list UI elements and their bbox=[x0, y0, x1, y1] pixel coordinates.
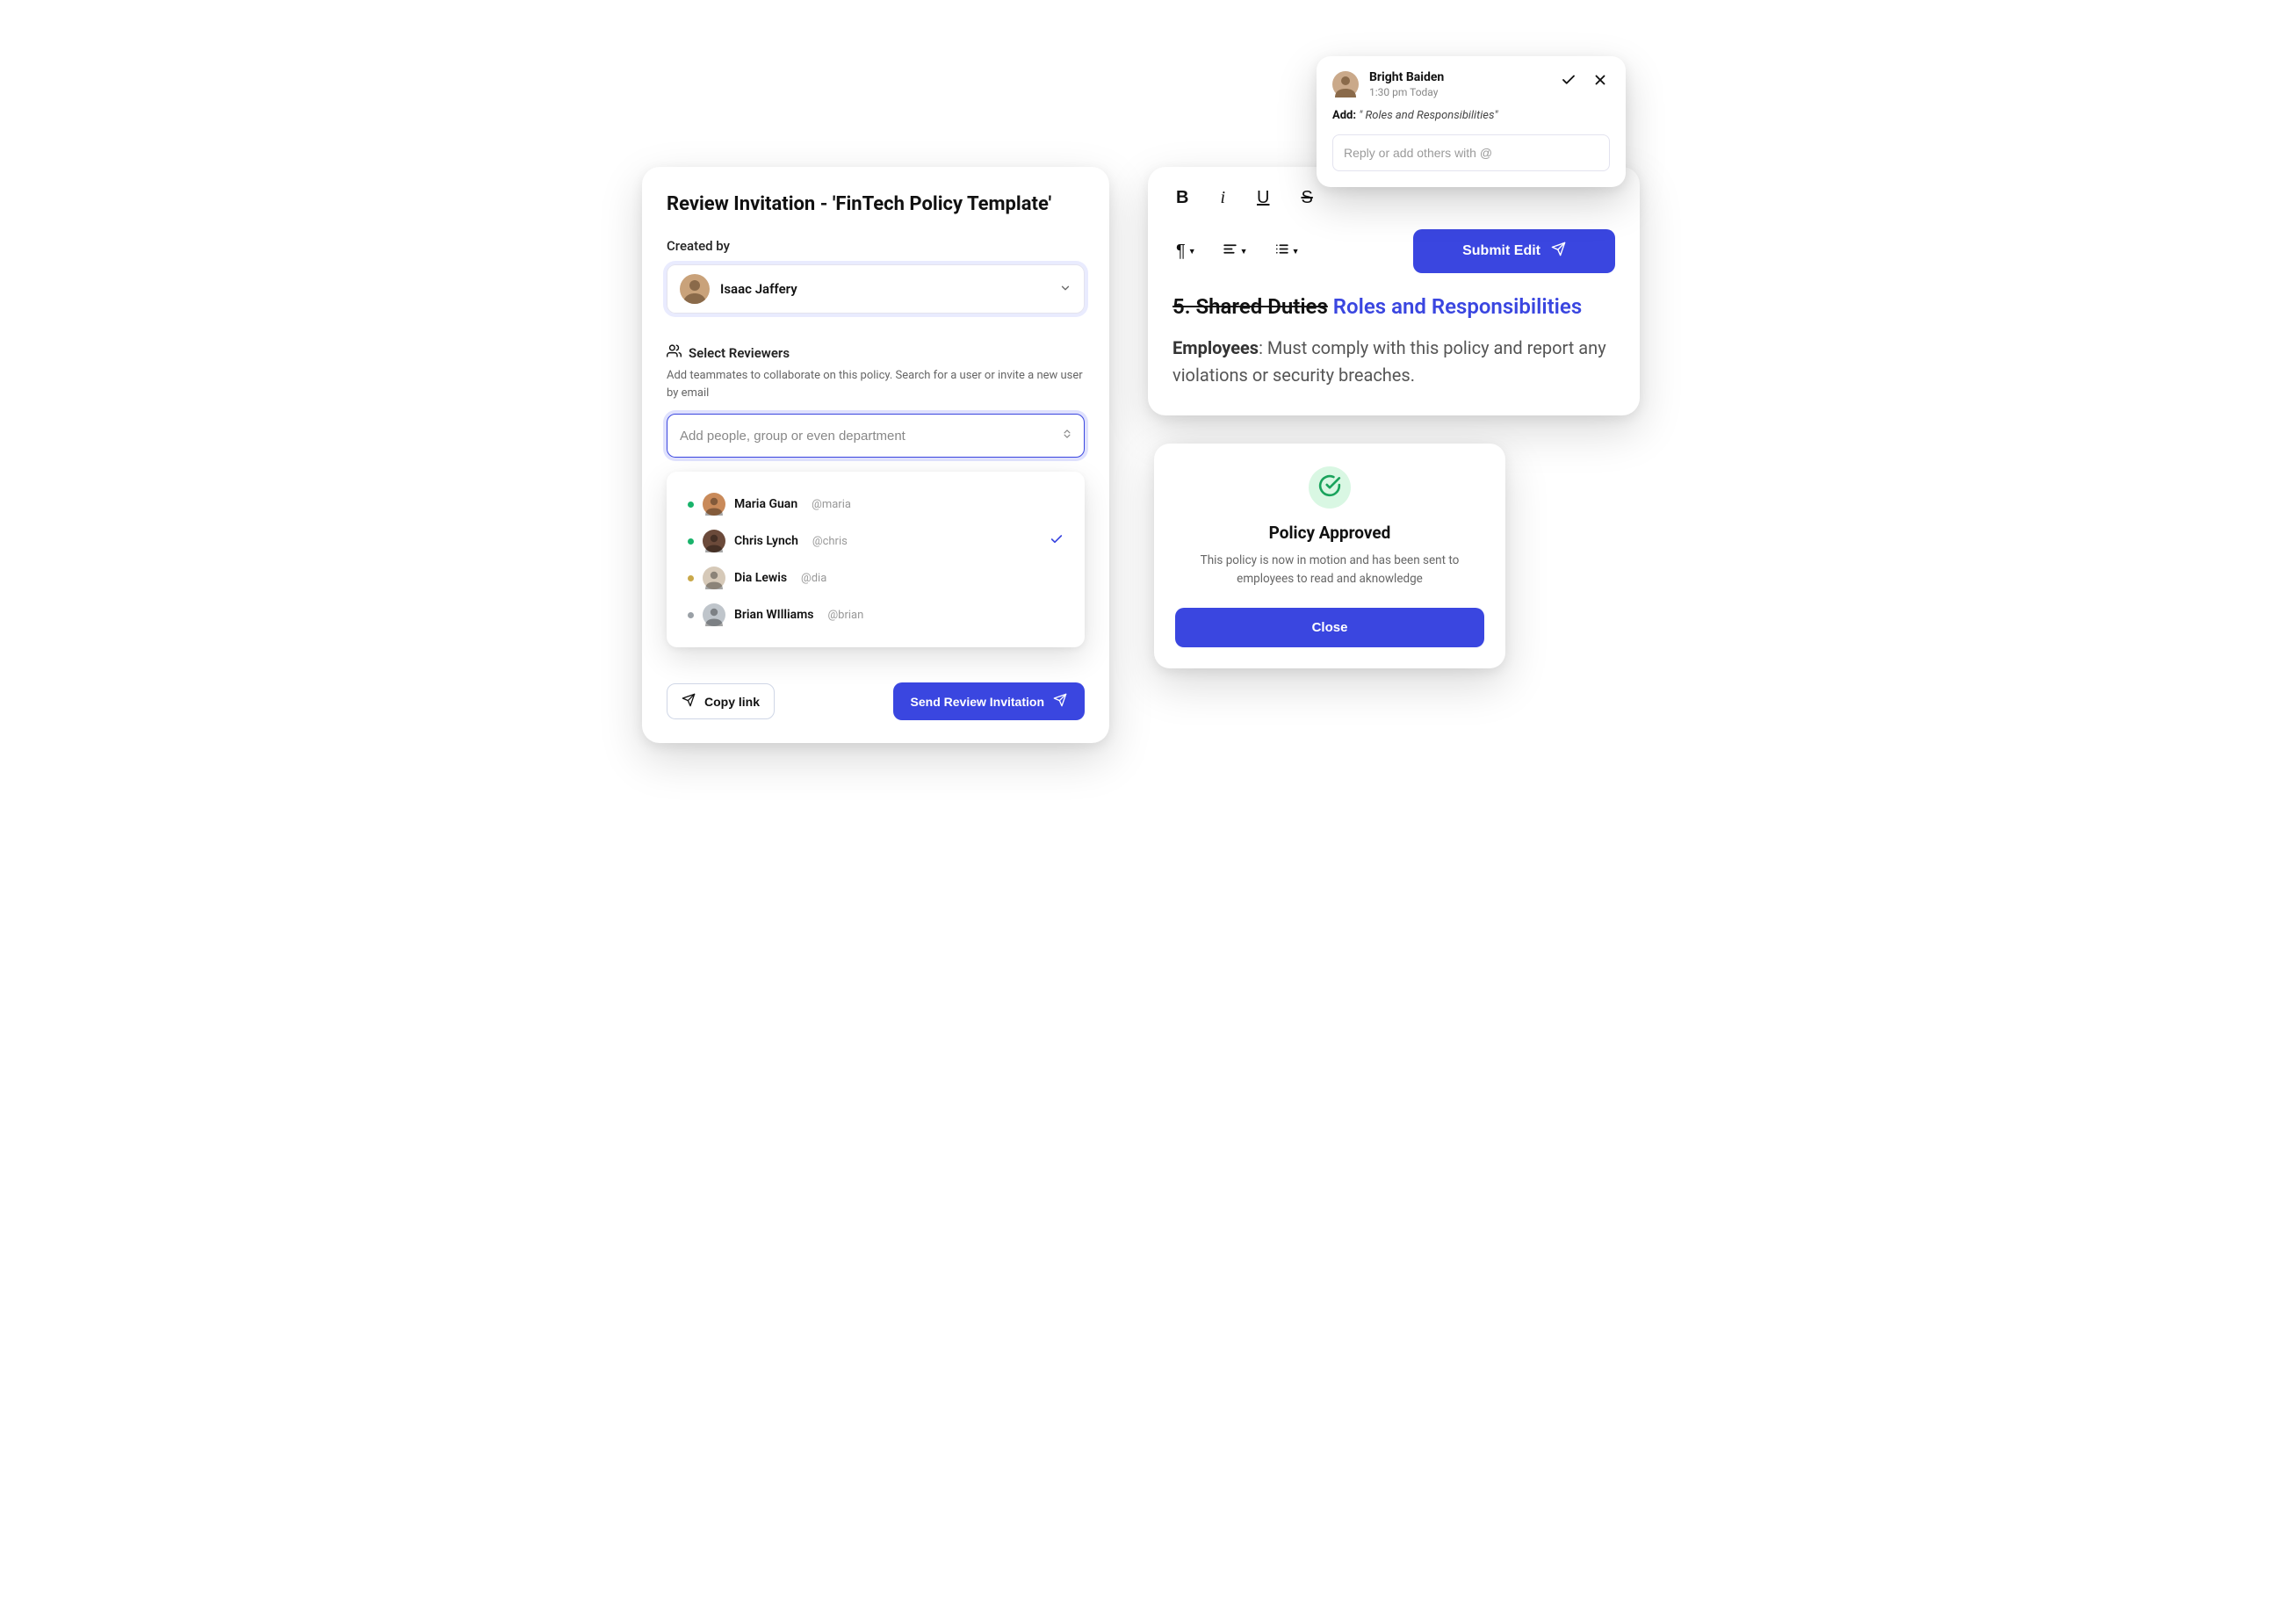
person-name: Maria Guan bbox=[734, 497, 797, 511]
check-circle-icon bbox=[1318, 474, 1341, 501]
person-name: Dia Lewis bbox=[734, 571, 787, 585]
avatar bbox=[1332, 71, 1359, 97]
doc-bold-word: Employees bbox=[1172, 337, 1259, 358]
status-dot bbox=[688, 502, 694, 508]
status-dot bbox=[688, 538, 694, 545]
chevron-down-icon bbox=[1059, 281, 1071, 298]
created-by-name: Isaac Jaffery bbox=[720, 281, 797, 297]
list-button[interactable]: ▼ bbox=[1271, 240, 1303, 263]
avatar bbox=[703, 603, 725, 626]
comment-user-name: Bright Baiden bbox=[1369, 70, 1444, 84]
reject-button[interactable] bbox=[1591, 70, 1610, 94]
comment-body: Add: " Roles and Responsibilities" bbox=[1332, 109, 1610, 122]
person-handle: @brian bbox=[828, 609, 864, 622]
accept-button[interactable] bbox=[1559, 70, 1578, 94]
copy-link-button[interactable]: Copy link bbox=[667, 683, 775, 719]
success-badge bbox=[1309, 466, 1351, 509]
people-combobox[interactable] bbox=[667, 414, 1085, 458]
people-input[interactable] bbox=[680, 429, 1061, 444]
italic-button[interactable]: i bbox=[1216, 186, 1229, 210]
select-reviewers-text: Select Reviewers bbox=[689, 345, 790, 361]
check-icon bbox=[1561, 74, 1577, 91]
copy-link-label: Copy link bbox=[704, 695, 760, 709]
comment-label: Add: bbox=[1332, 109, 1356, 122]
people-icon bbox=[667, 343, 682, 362]
send-outline-icon bbox=[682, 693, 696, 710]
align-button[interactable]: ▼ bbox=[1219, 240, 1252, 263]
avatar bbox=[703, 493, 725, 516]
status-dot bbox=[688, 575, 694, 581]
created-by-select[interactable]: Isaac Jaffery bbox=[667, 264, 1085, 314]
editor-toolbar-row1: B i U S bbox=[1172, 186, 1615, 210]
send-icon bbox=[1551, 242, 1566, 261]
comment-card: Bright Baiden 1:30 pm Today Add: bbox=[1317, 56, 1626, 187]
strikethrough-button[interactable]: S bbox=[1297, 186, 1316, 210]
person-name: Chris Lynch bbox=[734, 534, 798, 548]
policy-approved-card: Policy Approved This policy is now in mo… bbox=[1154, 444, 1505, 668]
comment-quote: " Roles and Responsibilities" bbox=[1359, 109, 1497, 122]
inserted-text: Roles and Responsibilities bbox=[1333, 294, 1582, 319]
person-option[interactable]: Chris Lynch @chris bbox=[679, 523, 1072, 559]
person-option[interactable]: Dia Lewis @dia bbox=[679, 559, 1072, 596]
reply-input[interactable] bbox=[1344, 146, 1598, 160]
approved-title: Policy Approved bbox=[1175, 523, 1484, 543]
document-heading-line: 5. Shared Duties Roles and Responsibilit… bbox=[1172, 292, 1615, 321]
align-left-icon bbox=[1223, 242, 1237, 262]
bold-button[interactable]: B bbox=[1172, 186, 1192, 210]
comment-time: 1:30 pm Today bbox=[1369, 86, 1444, 98]
person-handle: @dia bbox=[801, 572, 826, 585]
people-dropdown: Maria Guan @maria Chris Lynch @chris Dia Lew… bbox=[667, 472, 1085, 647]
avatar bbox=[703, 530, 725, 552]
person-name: Brian WIlliams bbox=[734, 608, 814, 622]
avatar bbox=[680, 274, 710, 304]
close-icon bbox=[1592, 74, 1608, 91]
strikethrough-text: 5. Shared Duties bbox=[1172, 294, 1328, 319]
person-option[interactable]: Maria Guan @maria bbox=[679, 486, 1072, 523]
person-handle: @chris bbox=[812, 535, 848, 548]
paragraph-format-button[interactable]: ¶▼ bbox=[1172, 240, 1200, 263]
document-body-line: Employees: Must comply with this policy … bbox=[1172, 335, 1615, 389]
ordered-list-icon bbox=[1274, 242, 1289, 262]
pilcrow-icon: ¶ bbox=[1176, 242, 1186, 262]
send-icon bbox=[1053, 693, 1067, 710]
avatar bbox=[703, 567, 725, 589]
person-handle: @maria bbox=[812, 498, 851, 511]
select-updown-icon bbox=[1061, 428, 1073, 444]
status-dot bbox=[688, 612, 694, 618]
send-review-button[interactable]: Send Review Invitation bbox=[893, 682, 1085, 720]
editor-toolbar-row2: ¶▼ ▼ ▼ Submit Edit bbox=[1172, 229, 1615, 273]
submit-edit-label: Submit Edit bbox=[1462, 243, 1540, 259]
reply-box[interactable] bbox=[1332, 134, 1610, 171]
underline-button[interactable]: U bbox=[1253, 186, 1273, 210]
created-by-label: Created by bbox=[667, 238, 1085, 254]
close-button[interactable]: Close bbox=[1175, 608, 1484, 647]
submit-edit-button[interactable]: Submit Edit bbox=[1413, 229, 1615, 273]
selected-check-icon bbox=[1050, 532, 1064, 550]
select-reviewers-label: Select Reviewers bbox=[667, 343, 1085, 362]
invite-title: Review Invitation - 'FinTech Policy Temp… bbox=[667, 193, 1085, 215]
select-reviewers-help: Add teammates to collaborate on this pol… bbox=[667, 367, 1085, 401]
person-option[interactable]: Brian WIlliams @brian bbox=[679, 596, 1072, 633]
editor-card: B i U S ¶▼ ▼ ▼ bbox=[1148, 167, 1640, 415]
send-review-label: Send Review Invitation bbox=[911, 695, 1044, 709]
approved-desc: This policy is now in motion and has bee… bbox=[1175, 552, 1484, 588]
review-invitation-card: Review Invitation - 'FinTech Policy Temp… bbox=[642, 167, 1109, 743]
